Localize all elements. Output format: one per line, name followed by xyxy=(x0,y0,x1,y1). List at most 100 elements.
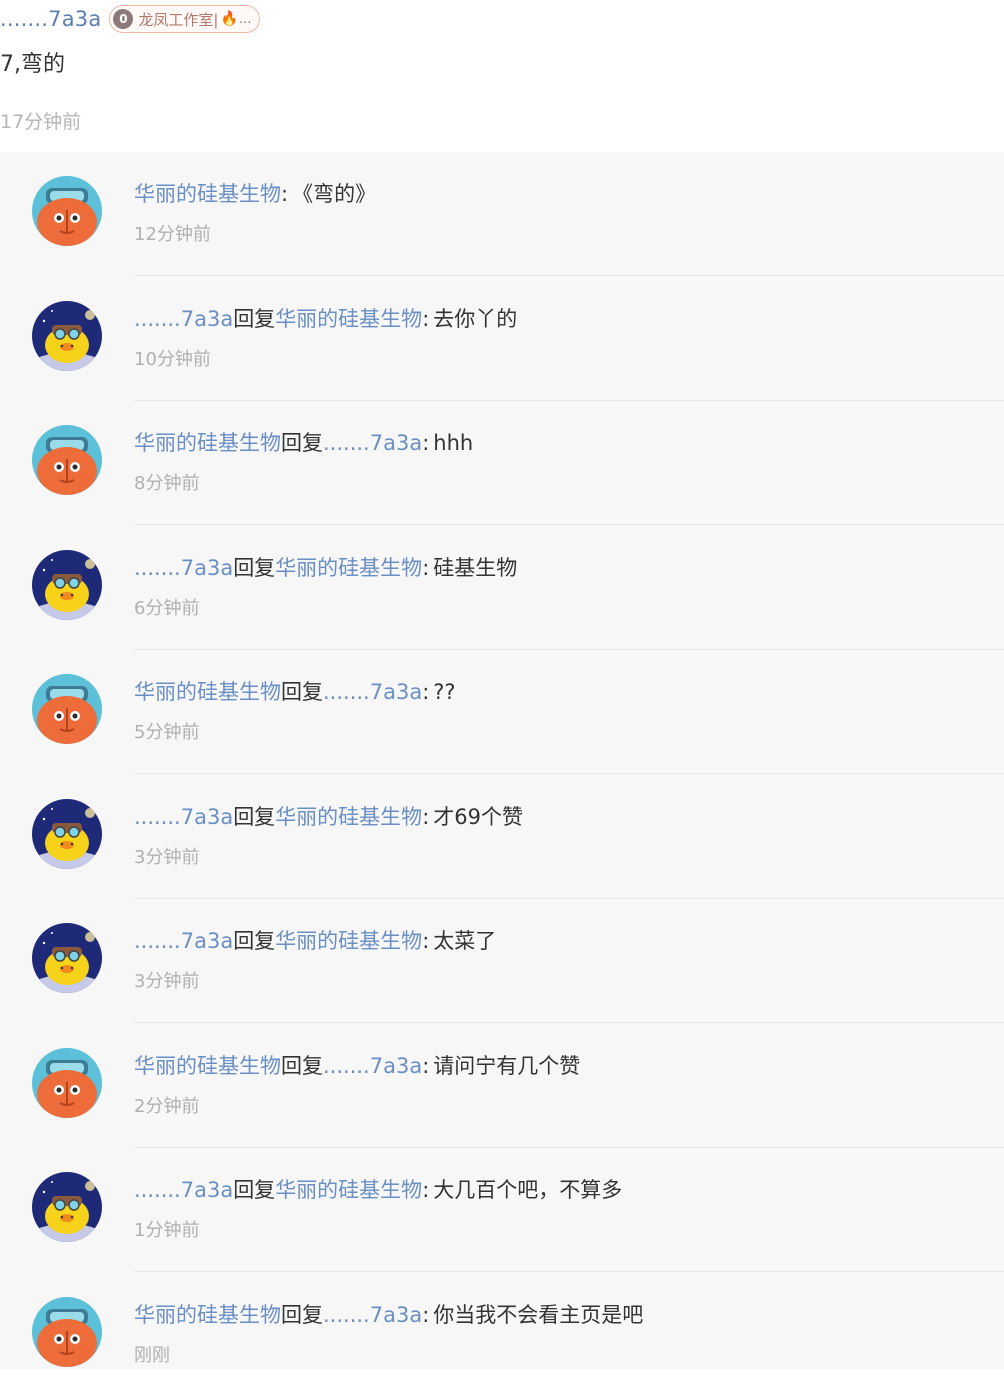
reply-item[interactable]: .......7a3a回复华丽的硅基生物: 硅基生物 6分钟前 xyxy=(0,526,1004,650)
reply-time: 1分钟前 xyxy=(134,1220,200,1241)
badge-level: 0 xyxy=(113,9,134,29)
reply-line: 华丽的硅基生物: 《弯的》 xyxy=(134,178,376,208)
reply-target-name[interactable]: .......7a3a xyxy=(323,1054,422,1078)
reply-line: .......7a3a回复华丽的硅基生物: 去你丫的 xyxy=(134,303,517,333)
reply-text: 去你丫的 xyxy=(433,307,518,331)
reply-author-name[interactable]: .......7a3a xyxy=(134,929,233,953)
divider xyxy=(134,1022,1004,1023)
reply-line: .......7a3a回复华丽的硅基生物: 太菜了 xyxy=(134,925,496,955)
reply-time: 3分钟前 xyxy=(134,971,200,992)
divider xyxy=(134,1271,1004,1272)
reply-separator: : xyxy=(422,1054,430,1078)
reply-time: 3分钟前 xyxy=(134,847,200,868)
reply-item[interactable]: 华丽的硅基生物回复.......7a3a: 请问宁有几个赞 2分钟前 xyxy=(0,1024,1004,1148)
reply-text: ?? xyxy=(433,680,456,704)
yellow-bird-avatar[interactable] xyxy=(32,799,102,869)
reply-time: 10分钟前 xyxy=(134,349,211,370)
comment-time: 17分钟前 xyxy=(0,111,82,133)
reply-item[interactable]: .......7a3a回复华丽的硅基生物: 太菜了 3分钟前 xyxy=(0,899,1004,1023)
reply-line: .......7a3a回复华丽的硅基生物: 才69个赞 xyxy=(134,801,523,831)
reply-separator: : xyxy=(422,805,430,829)
reply-text: 《弯的》 xyxy=(292,182,377,206)
reply-time: 6分钟前 xyxy=(134,598,200,619)
reply-target-name[interactable]: .......7a3a xyxy=(323,1303,422,1327)
reply-target-name[interactable]: .......7a3a xyxy=(323,680,422,704)
reply-word: 回复 xyxy=(233,929,276,953)
reply-word: 回复 xyxy=(281,680,323,704)
reply-target-name[interactable]: 华丽的硅基生物 xyxy=(275,929,422,953)
reply-text: hhh xyxy=(433,431,474,455)
reply-target-name[interactable]: 华丽的硅基生物 xyxy=(275,556,422,580)
reply-line: .......7a3a回复华丽的硅基生物: 硅基生物 xyxy=(134,552,517,582)
yellow-bird-avatar[interactable] xyxy=(32,550,102,620)
reply-item[interactable]: 华丽的硅基生物回复.......7a3a: hhh 8分钟前 xyxy=(0,401,1004,525)
orange-robot-avatar[interactable] xyxy=(32,674,102,744)
reply-text: 才69个赞 xyxy=(433,805,523,829)
badge-ellipsis: ... xyxy=(238,11,252,27)
orange-robot-avatar[interactable] xyxy=(32,1297,102,1367)
yellow-bird-avatar[interactable] xyxy=(32,301,102,371)
reply-item[interactable]: .......7a3a回复华丽的硅基生物: 大几百个吧，不算多 1分钟前 xyxy=(0,1148,1004,1272)
badge-name: 龙凤工作室| xyxy=(138,10,219,29)
reply-item[interactable]: 华丽的硅基生物回复.......7a3a:?? 5分钟前 xyxy=(0,650,1004,774)
reply-separator: : xyxy=(422,1303,430,1327)
reply-time: 12分钟前 xyxy=(134,224,211,245)
reply-separator: : xyxy=(281,182,289,206)
reply-line: 华丽的硅基生物回复.......7a3a: hhh xyxy=(134,427,473,457)
reply-separator: : xyxy=(422,1178,430,1202)
orange-robot-avatar[interactable] xyxy=(32,425,102,495)
reply-separator: : xyxy=(422,307,430,331)
reply-line: 华丽的硅基生物回复.......7a3a:?? xyxy=(134,676,456,706)
reply-author-name[interactable]: 华丽的硅基生物 xyxy=(134,182,281,206)
fan-badge[interactable]: 0 龙凤工作室| 🔥 ... xyxy=(109,5,261,33)
reply-item[interactable]: .......7a3a回复华丽的硅基生物: 才69个赞 3分钟前 xyxy=(0,775,1004,899)
comment-author-name[interactable]: .......7a3a xyxy=(0,7,101,31)
reply-target-name[interactable]: 华丽的硅基生物 xyxy=(275,1178,422,1202)
reply-author-name[interactable]: .......7a3a xyxy=(134,556,233,580)
reply-target-name[interactable]: .......7a3a xyxy=(323,431,422,455)
reply-time: 5分钟前 xyxy=(134,722,200,743)
comment-text: 7,弯的 xyxy=(0,52,65,77)
reply-line: 华丽的硅基生物回复.......7a3a: 请问宁有几个赞 xyxy=(134,1050,580,1080)
reply-author-name[interactable]: 华丽的硅基生物 xyxy=(134,1303,281,1327)
reply-word: 回复 xyxy=(233,1178,276,1202)
reply-author-name[interactable]: .......7a3a xyxy=(134,307,233,331)
reply-word: 回复 xyxy=(281,431,323,455)
reply-separator: : xyxy=(422,929,430,953)
reply-time: 2分钟前 xyxy=(134,1096,200,1117)
yellow-bird-avatar[interactable] xyxy=(32,923,102,993)
reply-item[interactable]: 华丽的硅基生物回复.......7a3a: 你当我不会看主页是吧刚刚 xyxy=(0,1273,1004,1397)
reply-text: 你当我不会看主页是吧 xyxy=(433,1303,644,1327)
reply-text: 硅基生物 xyxy=(433,556,518,580)
reply-list: 华丽的硅基生物: 《弯的》 12分钟前 .......7a3a回复华丽的硅基生物: 去你… xyxy=(0,152,1004,1369)
divider xyxy=(134,773,1004,774)
reply-author-name[interactable]: 华丽的硅基生物 xyxy=(134,1054,281,1078)
reply-word: 回复 xyxy=(233,805,276,829)
reply-author-name[interactable]: .......7a3a xyxy=(134,1178,233,1202)
reply-line: 华丽的硅基生物回复.......7a3a: 你当我不会看主页是吧 xyxy=(134,1299,643,1329)
reply-author-name[interactable]: .......7a3a xyxy=(134,805,233,829)
reply-item[interactable]: 华丽的硅基生物: 《弯的》 12分钟前 xyxy=(0,152,1004,276)
yellow-bird-avatar[interactable] xyxy=(32,1172,102,1242)
reply-word: 回复 xyxy=(281,1303,323,1327)
divider xyxy=(134,275,1004,276)
reply-item[interactable]: .......7a3a回复华丽的硅基生物: 去你丫的 10分钟前 xyxy=(0,277,1004,401)
divider xyxy=(134,524,1004,525)
reply-text: 请问宁有几个赞 xyxy=(433,1054,581,1078)
reply-word: 回复 xyxy=(281,1054,323,1078)
reply-author-name[interactable]: 华丽的硅基生物 xyxy=(134,431,281,455)
orange-robot-avatar[interactable] xyxy=(32,176,102,246)
reply-target-name[interactable]: 华丽的硅基生物 xyxy=(275,805,422,829)
reply-time: 刚刚 xyxy=(134,1345,170,1366)
reply-word: 回复 xyxy=(233,307,276,331)
reply-line: .......7a3a回复华丽的硅基生物: 大几百个吧，不算多 xyxy=(134,1174,622,1204)
reply-author-name[interactable]: 华丽的硅基生物 xyxy=(134,680,281,704)
reply-text: 太菜了 xyxy=(433,929,497,953)
reply-separator: : xyxy=(422,680,430,704)
reply-target-name[interactable]: 华丽的硅基生物 xyxy=(275,307,422,331)
reply-text: 大几百个吧，不算多 xyxy=(433,1178,623,1202)
fire-icon: 🔥 xyxy=(220,11,238,27)
reply-separator: : xyxy=(422,556,430,580)
reply-word: 回复 xyxy=(233,556,276,580)
orange-robot-avatar[interactable] xyxy=(32,1048,102,1118)
